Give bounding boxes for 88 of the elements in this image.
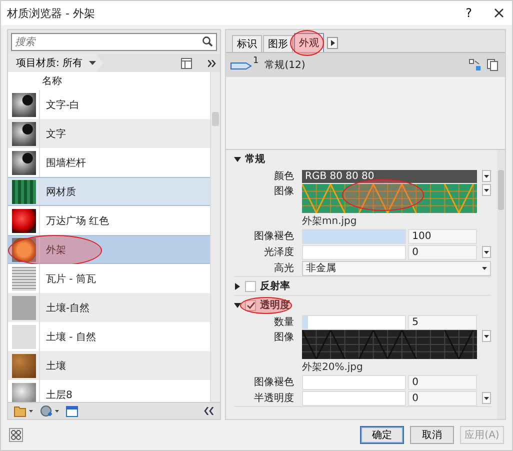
caret-icon bbox=[88, 60, 96, 66]
value-field[interactable]: 5 bbox=[408, 314, 477, 330]
asset-icon bbox=[230, 60, 252, 70]
property-label: 颜色 bbox=[273, 170, 295, 183]
collapsed-arrow-icon[interactable] bbox=[234, 282, 241, 290]
section-title: 透明度 bbox=[260, 298, 290, 312]
material-thumbnail bbox=[12, 150, 36, 174]
scrollbar[interactable] bbox=[497, 150, 505, 419]
property-label: 光泽度 bbox=[263, 246, 295, 259]
dropdown-button[interactable] bbox=[482, 184, 491, 196]
slider[interactable] bbox=[302, 314, 406, 330]
caret-icon bbox=[484, 174, 489, 178]
property-label: 图像褪色 bbox=[253, 230, 295, 243]
material-item[interactable]: 网材质 bbox=[8, 177, 210, 206]
slider[interactable] bbox=[302, 374, 406, 390]
value-field[interactable]: 0 bbox=[408, 390, 477, 406]
property-label: 图像 bbox=[273, 331, 295, 344]
value-field[interactable]: 100 bbox=[408, 228, 477, 244]
search-field[interactable]: 搜索 bbox=[11, 33, 217, 51]
panel-icon[interactable] bbox=[66, 406, 78, 416]
asset-name: 常规(12) bbox=[264, 58, 306, 72]
material-thumbnail bbox=[12, 180, 36, 204]
property-label: 数量 bbox=[273, 316, 295, 329]
material-thumbnail bbox=[12, 208, 36, 232]
file-name: 外架mn.jpg bbox=[302, 214, 357, 228]
value-field[interactable]: 0 bbox=[408, 374, 477, 390]
double-chevron-icon[interactable] bbox=[208, 60, 216, 66]
filter-dropdown[interactable]: 项目材质: 所有 bbox=[8, 54, 104, 72]
property-label: 图像褪色 bbox=[253, 376, 295, 389]
slider[interactable] bbox=[302, 390, 406, 406]
triangle-icon bbox=[330, 40, 334, 46]
close-icon[interactable] bbox=[494, 8, 504, 18]
dropdown-field[interactable]: 非金属 bbox=[302, 260, 491, 276]
caret-icon bbox=[484, 334, 489, 338]
material-item[interactable]: 土壤-自然 bbox=[8, 293, 210, 322]
column-header[interactable]: 名称 bbox=[42, 74, 62, 88]
dialog-button[interactable]: 确定 bbox=[360, 426, 404, 444]
property-label: 图像 bbox=[273, 185, 295, 198]
dropdown-button[interactable] bbox=[482, 246, 491, 258]
slider[interactable] bbox=[302, 228, 406, 244]
tab[interactable]: 图形 bbox=[263, 35, 293, 52]
property-label: 高光 bbox=[273, 262, 295, 275]
expanded-arrow-icon[interactable] bbox=[234, 302, 241, 308]
slider[interactable] bbox=[302, 244, 406, 260]
scrollbar[interactable] bbox=[210, 72, 220, 402]
material-thumbnail bbox=[12, 296, 36, 320]
material-thumbnail bbox=[12, 92, 36, 116]
color-field[interactable]: RGB 80 80 80 bbox=[302, 170, 477, 182]
caret-icon bbox=[482, 266, 487, 270]
material-item[interactable]: 土壤 bbox=[8, 351, 210, 380]
asset-count: 1 bbox=[253, 56, 259, 66]
file-name: 外架20%.jpg bbox=[302, 360, 363, 374]
tab[interactable]: 标识 bbox=[232, 35, 262, 52]
caret-icon bbox=[484, 188, 489, 192]
tab-scroll-button[interactable] bbox=[327, 37, 338, 49]
grid-icon[interactable] bbox=[9, 428, 23, 442]
annotation-ellipse bbox=[240, 297, 292, 314]
search-icon bbox=[202, 36, 213, 47]
material-item[interactable]: 文字 bbox=[8, 119, 210, 148]
globe-icon[interactable] bbox=[40, 405, 60, 417]
caret-icon bbox=[484, 250, 489, 254]
section-title: 反射率 bbox=[260, 279, 290, 293]
swap-icon[interactable] bbox=[469, 59, 481, 71]
collapse-icon[interactable] bbox=[204, 407, 214, 415]
material-item[interactable]: 外架 bbox=[8, 235, 210, 264]
panel-view-icon[interactable] bbox=[181, 58, 192, 68]
window-title: 材质浏览器 - 外架 bbox=[7, 6, 95, 20]
material-thumbnail bbox=[12, 354, 36, 378]
checkbox[interactable] bbox=[245, 280, 256, 292]
material-thumbnail bbox=[12, 266, 36, 290]
property-label: 半透明度 bbox=[253, 392, 295, 405]
section-title: 常规 bbox=[245, 152, 265, 166]
copy-icon[interactable] bbox=[487, 59, 499, 71]
material-thumbnail bbox=[12, 122, 36, 146]
checkbox[interactable] bbox=[245, 300, 256, 310]
value-field[interactable]: 0 bbox=[408, 244, 477, 260]
tab[interactable]: 外观 bbox=[294, 33, 324, 52]
expanded-arrow-icon[interactable] bbox=[234, 156, 241, 162]
material-thumbnail bbox=[12, 238, 36, 262]
dropdown-button[interactable] bbox=[482, 330, 491, 342]
material-thumbnail bbox=[12, 324, 36, 348]
dropdown-button[interactable] bbox=[482, 392, 491, 404]
help-button[interactable]: ? bbox=[466, 6, 472, 20]
caret-icon bbox=[484, 396, 489, 400]
dialog-button[interactable]: 取消 bbox=[410, 426, 454, 444]
folder-icon[interactable] bbox=[14, 405, 34, 417]
dropdown-button[interactable] bbox=[482, 170, 491, 182]
material-thumbnail bbox=[12, 382, 36, 402]
